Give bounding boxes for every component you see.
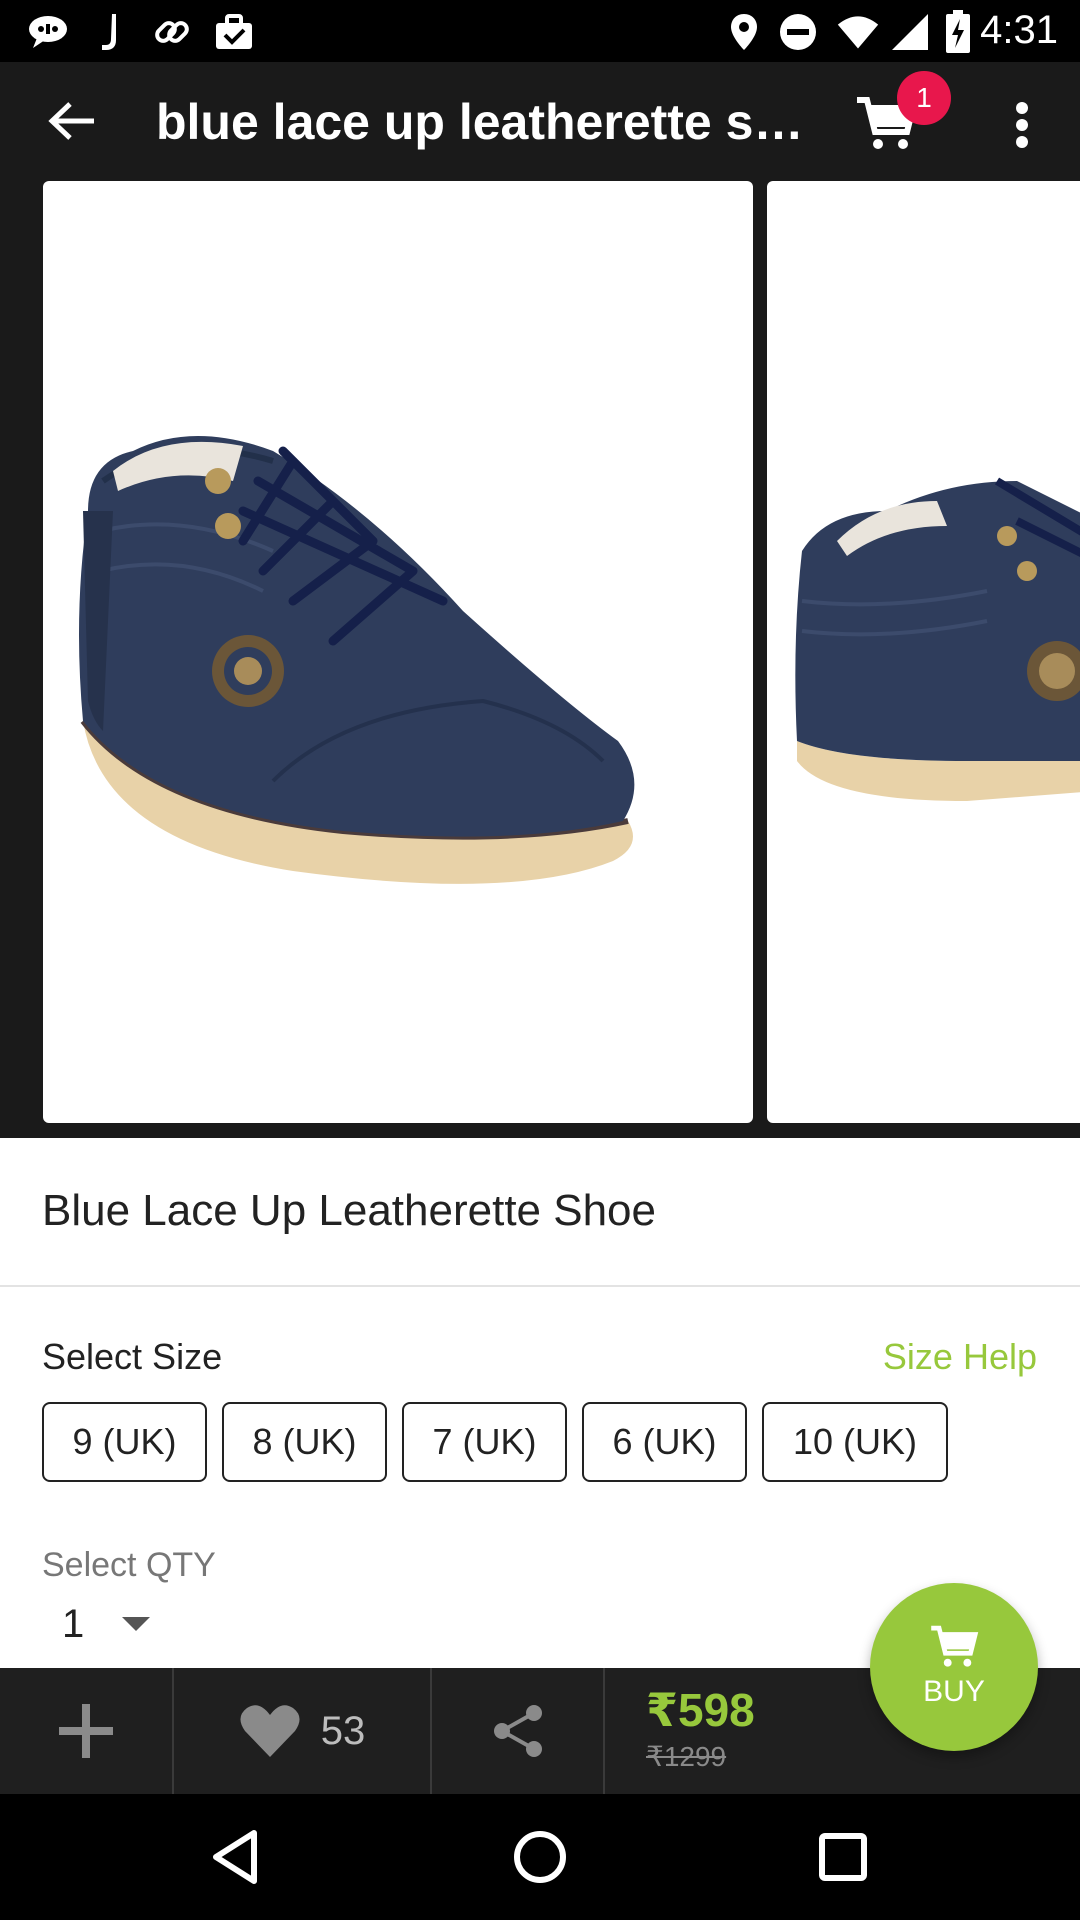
product-name: Blue Lace Up Leatherette Shoe: [42, 1186, 657, 1235]
size-option-10[interactable]: 10 (UK): [762, 1402, 948, 1482]
j-icon: [88, 10, 132, 54]
like-button[interactable]: 53: [174, 1668, 430, 1794]
shopping-cart-icon: [931, 1625, 979, 1667]
add-to-list-button[interactable]: [0, 1668, 172, 1794]
nav-back-button[interactable]: [200, 1822, 270, 1892]
shoe-image-side: [795, 477, 1080, 801]
size-option-9[interactable]: 9 (UK): [42, 1402, 207, 1482]
product-image-main[interactable]: [43, 181, 753, 1123]
nav-recents-button[interactable]: [808, 1822, 878, 1892]
size-option-7[interactable]: 7 (UK): [402, 1402, 567, 1482]
app-bar: blue lace up leatherette sh… 1: [0, 62, 1080, 180]
signal-icon: [888, 10, 932, 54]
more-vertical-icon: [1016, 102, 1028, 148]
price-block: ₹598 ₹1299: [646, 1684, 755, 1773]
size-option-8[interactable]: 8 (UK): [222, 1402, 387, 1482]
system-navigation-bar: [0, 1794, 1080, 1920]
clock: 4:31: [980, 8, 1058, 52]
back-button[interactable]: [40, 88, 106, 154]
buy-label: BUY: [923, 1675, 985, 1708]
link-icon: [150, 10, 194, 54]
heart-icon: [240, 1705, 300, 1757]
share-icon: [494, 1705, 542, 1757]
briefcase-check-icon: [212, 10, 256, 54]
select-qty-label: Select QTY: [42, 1546, 216, 1584]
divider: [0, 1285, 1080, 1287]
separator: [603, 1668, 605, 1794]
back-arrow-icon: [48, 102, 94, 140]
product-image-gallery[interactable]: [0, 180, 1080, 1138]
plus-icon: [59, 1704, 113, 1758]
do-not-disturb-icon: [776, 10, 820, 54]
status-bar: 4:31: [0, 0, 1080, 62]
overflow-menu-button[interactable]: [1000, 92, 1044, 158]
size-option-6[interactable]: 6 (UK): [582, 1402, 747, 1482]
share-button[interactable]: [432, 1668, 604, 1794]
size-help-link[interactable]: Size Help: [883, 1336, 1037, 1378]
chat-icon: [26, 10, 70, 54]
square-recents-icon: [819, 1833, 867, 1881]
product-image-secondary[interactable]: [767, 181, 1080, 1123]
size-options: 9 (UK) 8 (UK) 7 (UK) 6 (UK) 10 (UK): [42, 1402, 948, 1482]
shoe-image: [79, 436, 635, 884]
like-count: 53: [320, 1708, 366, 1753]
buy-button[interactable]: BUY: [870, 1583, 1038, 1751]
battery-charging-icon: [936, 10, 980, 54]
page-title: blue lace up leatherette sh…: [156, 94, 816, 150]
nav-home-button[interactable]: [505, 1822, 575, 1892]
original-price: ₹1299: [646, 1741, 727, 1772]
dropdown-caret-icon: [122, 1617, 151, 1631]
qty-value: 1: [62, 1601, 85, 1646]
wifi-icon: [836, 10, 880, 54]
triangle-back-icon: [213, 1830, 257, 1884]
qty-dropdown[interactable]: 1: [62, 1596, 172, 1652]
select-size-label: Select Size: [42, 1336, 223, 1377]
cart-count-badge: 1: [897, 71, 951, 125]
circle-home-icon: [514, 1831, 566, 1883]
current-price: ₹598: [646, 1684, 755, 1736]
location-icon: [722, 10, 766, 54]
